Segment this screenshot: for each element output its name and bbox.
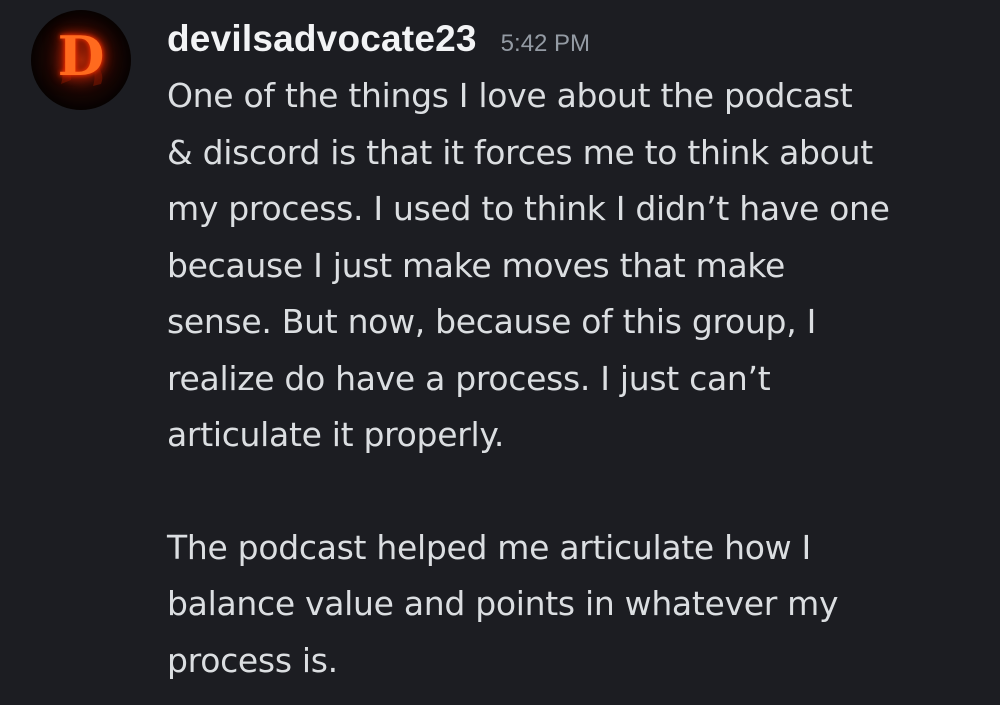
timestamp[interactable]: 5:42 PM (501, 30, 590, 58)
text-line: The podcast helped me articulate how I (167, 527, 811, 567)
text-line: sense. But now, because of this group, I (167, 302, 817, 341)
text-line: my process. I used to think I didn’t hav… (167, 189, 890, 228)
message-body: One of the things I love about the podca… (167, 68, 1000, 689)
username[interactable]: devilsadvocate23 (167, 10, 477, 68)
paragraph-1: One of the things I love about the podca… (167, 68, 1000, 464)
text-line: articulate it properly. (167, 415, 505, 454)
text-line: & discord is that it forces me to think … (167, 132, 873, 172)
paragraph-2: The podcast helped me articulate how I b… (167, 520, 1000, 690)
text-line: realize do have a process. I just can’t (167, 358, 771, 398)
text-line: because I just make moves that make (167, 245, 785, 285)
text-line: process is. (167, 640, 338, 680)
avatar-letter: D (57, 24, 105, 88)
message-content: devilsadvocate23 5:42 PM One of the thin… (167, 10, 1000, 689)
user-avatar[interactable]: D (31, 10, 131, 110)
text-line: One of the things I love about the podca… (167, 76, 853, 115)
message-header: devilsadvocate23 5:42 PM (167, 10, 1000, 68)
chat-message: D devilsadvocate23 5:42 PM One of the th… (0, 0, 1000, 705)
text-line: balance value and points in whatever my (167, 584, 839, 623)
